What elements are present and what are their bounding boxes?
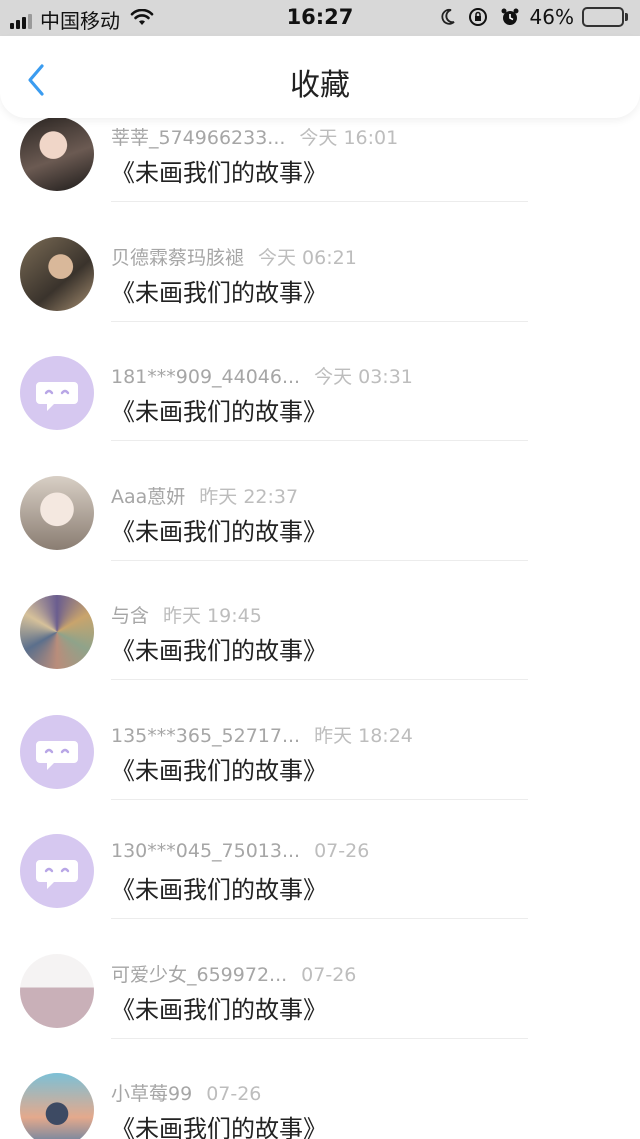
item-title: 《未画我们的故事》: [111, 756, 327, 785]
item-time: 今天 06:21: [258, 246, 357, 269]
user-avatar[interactable]: [20, 953, 94, 1028]
item-meta: 贝德霖蔡玛胲褪 今天 06:21: [111, 243, 357, 270]
list-item[interactable]: 小草莓99 07-26 《未画我们的故事》: [0, 1039, 640, 1139]
item-username: 与含: [111, 605, 150, 627]
item-title: 《未画我们的故事》: [111, 398, 327, 426]
item-time: 07-26: [206, 1083, 262, 1105]
moon-icon: [440, 8, 456, 26]
default-avatar-icon[interactable]: [20, 714, 94, 789]
user-avatar[interactable]: [20, 475, 94, 550]
user-avatar[interactable]: [20, 595, 94, 669]
status-bar: 中国移动 16:27 46%: [0, 0, 640, 36]
item-meta: 小草莓99 07-26: [111, 1079, 261, 1106]
item-meta: 130***045_75013... 07-26: [111, 840, 369, 862]
list-item[interactable]: 130***045_75013... 07-26 《未画我们的故事》: [0, 800, 640, 920]
item-time: 今天 16:01: [299, 127, 399, 149]
status-right: 46%: [428, 5, 628, 29]
default-avatar-icon[interactable]: [20, 834, 94, 908]
item-meta: Aaa蒽妍 昨天 22:37: [111, 482, 298, 509]
item-username: 135***365_52717...: [111, 724, 301, 747]
page-title: 收藏: [290, 68, 350, 103]
item-time: 07-26: [301, 963, 357, 986]
list-item[interactable]: 135***365_52717... 昨天 18:24 《未画我们的故事》: [0, 681, 640, 801]
item-time: 07-26: [314, 840, 370, 862]
item-title: 《未画我们的故事》: [111, 637, 327, 665]
item-time: 今天 03:31: [314, 366, 413, 388]
item-username: 贝德霖蔡玛胲褪: [111, 246, 245, 269]
item-time: 昨天 19:45: [163, 605, 262, 627]
item-title: 《未画我们的故事》: [111, 159, 327, 187]
item-username: 130***045_75013...: [111, 840, 301, 862]
user-avatar[interactable]: [20, 236, 94, 311]
item-meta: 181***909_44046... 今天 03:31: [111, 362, 413, 389]
user-avatar[interactable]: [20, 1073, 94, 1139]
item-title: 《未画我们的故事》: [111, 1115, 327, 1139]
user-avatar[interactable]: [20, 118, 94, 191]
battery-icon: [582, 7, 628, 27]
item-meta: 可爱少女_659972... 07-26: [111, 960, 356, 987]
item-time: 昨天 18:24: [314, 724, 413, 747]
default-avatar-icon[interactable]: [20, 356, 94, 430]
list-item[interactable]: 贝德霖蔡玛胲褪 今天 06:21 《未画我们的故事》: [0, 203, 640, 323]
item-meta: 与含 昨天 19:45: [111, 601, 262, 628]
item-username: 小草莓99: [111, 1083, 193, 1105]
list-item[interactable]: 与含 昨天 19:45 《未画我们的故事》: [0, 561, 640, 681]
item-title: 《未画我们的故事》: [111, 278, 327, 307]
item-username: Aaa蒽妍: [111, 485, 186, 508]
item-title: 《未画我们的故事》: [111, 876, 327, 904]
list-item[interactable]: 可爱少女_659972... 07-26 《未画我们的故事》: [0, 920, 640, 1040]
list-item[interactable]: 181***909_44046... 今天 03:31 《未画我们的故事》: [0, 322, 640, 442]
item-meta: 135***365_52717... 昨天 18:24: [111, 721, 413, 748]
alarm-icon: [500, 7, 520, 27]
item-username: 181***909_44046...: [111, 366, 301, 388]
item-username: 莘莘_574966233...: [111, 127, 286, 149]
item-title: 《未画我们的故事》: [111, 995, 327, 1024]
list-item[interactable]: Aaa蒽妍 昨天 22:37 《未画我们的故事》: [0, 442, 640, 562]
item-username: 可爱少女_659972...: [111, 963, 288, 986]
orientation-lock-icon: [468, 7, 488, 27]
item-title: 《未画我们的故事》: [111, 517, 327, 546]
item-time: 昨天 22:37: [199, 485, 299, 508]
list-item[interactable]: 莘莘_574966233... 今天 16:01 《未画我们的故事》: [0, 118, 640, 203]
item-meta: 莘莘_574966233... 今天 16:01: [111, 123, 398, 150]
battery-percent: 46%: [529, 5, 574, 29]
favorites-list: 莘莘_574966233... 今天 16:01 《未画我们的故事》 贝德霖蔡玛胲褪今…: [0, 118, 640, 1139]
navigation-bar: 收藏: [0, 36, 640, 118]
